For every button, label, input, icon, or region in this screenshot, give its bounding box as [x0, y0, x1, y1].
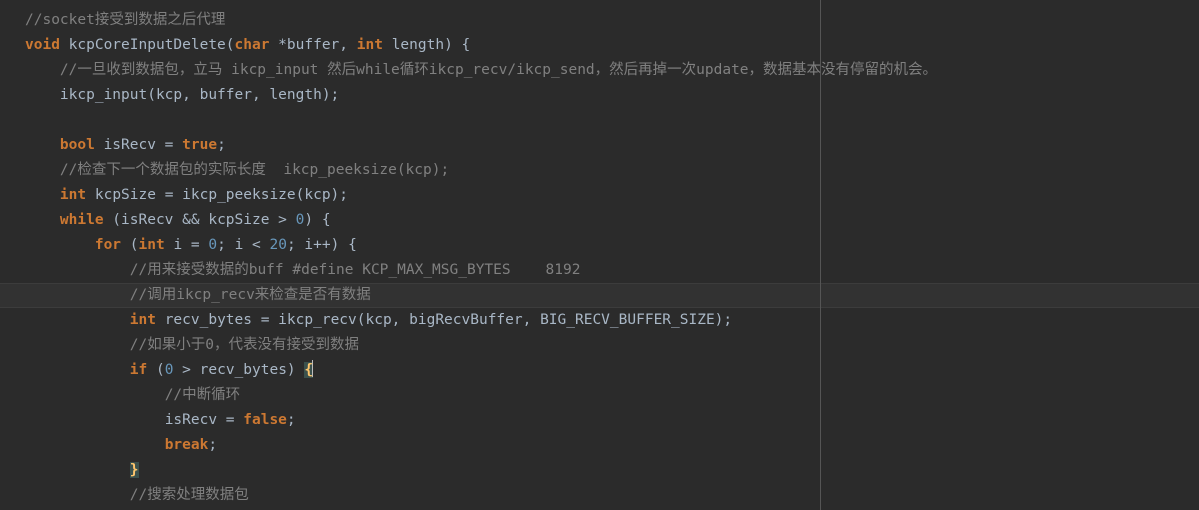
code-line[interactable]: int recv_bytes = ikcp_recv(kcp, bigRecvB…: [25, 308, 1199, 333]
code-line[interactable]: //用来接受数据的buff #define KCP_MAX_MSG_BYTES …: [25, 258, 1199, 283]
code-comment-token: //用来接受数据的buff #define KCP_MAX_MSG_BYTES …: [129, 262, 581, 278]
code-identifier-token: kcpCoreInputDelete(: [59, 37, 235, 53]
code-identifier-token: recv_bytes = ikcp_recv(kcp, bigRecvBuffe…: [155, 312, 733, 328]
code-identifier-token: ;: [217, 137, 226, 153]
code-keyword-token: int: [138, 237, 165, 253]
code-identifier-token: isRecv =: [94, 137, 183, 153]
code-line[interactable]: //如果小于0，代表没有接受到数据: [25, 333, 1199, 358]
code-line[interactable]: for (int i = 0; i < 20; i++) {: [25, 233, 1199, 258]
code-content[interactable]: //socket接受到数据之后代理 void kcpCoreInputDelete…: [0, 0, 1199, 510]
code-comment-token: //检查下一个数据包的实际长度 ikcp_peeksize(kcp);: [59, 162, 450, 178]
code-identifier-token: > recv_bytes): [173, 362, 305, 378]
code-line[interactable]: while (isRecv && kcpSize > 0) {: [25, 208, 1199, 233]
code-identifier-token: ) {: [304, 212, 331, 228]
code-line[interactable]: //一旦收到数据包，立马 ikcp_input 然后while循环ikcp_re…: [25, 58, 1199, 83]
code-identifier-token: ;: [286, 412, 296, 428]
code-keyword-token: if: [129, 362, 148, 378]
code-line[interactable]: int kcpSize = ikcp_peeksize(kcp);: [25, 183, 1199, 208]
code-line[interactable]: }: [25, 458, 1199, 483]
code-identifier-token: (isRecv && kcpSize >: [103, 212, 296, 228]
code-line[interactable]: //搜索处理数据包: [25, 483, 1199, 508]
code-line[interactable]: if (0 > recv_bytes) {: [25, 358, 1199, 383]
code-line[interactable]: //检查下一个数据包的实际长度 ikcp_peeksize(kcp);: [25, 158, 1199, 183]
code-identifier-token: ikcp_input(kcp, buffer, length);: [59, 87, 340, 103]
code-identifier-token: (: [121, 237, 139, 253]
code-keyword-token: for: [94, 237, 122, 253]
code-line[interactable]: //调用ikcp_recv来检查是否有数据: [25, 283, 1199, 308]
code-keyword-token: void: [25, 37, 60, 53]
text-caret: [312, 360, 314, 377]
code-keyword-token: char: [234, 37, 270, 53]
code-keyword-token: true: [182, 137, 218, 153]
code-line[interactable]: ikcp_input(kcp, buffer, length);: [25, 83, 1199, 108]
code-comment-token: //如果小于0，代表没有接受到数据: [129, 337, 359, 353]
code-identifier-token: (: [147, 362, 165, 378]
code-keyword-token: false: [243, 412, 287, 428]
code-comment-token: //调用ikcp_recv来检查是否有数据: [129, 287, 371, 303]
code-comment-token: //一旦收到数据包，立马 ikcp_input 然后while循环ikcp_re…: [59, 62, 938, 78]
code-identifier-token: *buffer,: [269, 37, 357, 53]
code-keyword-token: int: [59, 187, 87, 203]
code-line[interactable]: //中断循环: [25, 383, 1199, 408]
code-number-token: 20: [269, 237, 287, 253]
code-identifier-token: ; i++) {: [286, 237, 357, 253]
code-identifier-token: isRecv =: [164, 412, 244, 428]
code-line[interactable]: isRecv = false;: [25, 408, 1199, 433]
code-line[interactable]: break;: [25, 433, 1199, 458]
code-comment-token: //中断循环: [164, 387, 241, 403]
code-identifier-token: length) {: [382, 37, 471, 53]
code-line[interactable]: bool isRecv = true;: [25, 133, 1199, 158]
code-comment-token: //搜索处理数据包: [129, 487, 249, 503]
code-editor[interactable]: //socket接受到数据之后代理 void kcpCoreInputDelete…: [0, 0, 1199, 510]
code-comment-token: //socket接受到数据之后代理: [25, 12, 226, 28]
matched-brace-token: }: [129, 462, 139, 478]
code-number-token: 0: [208, 237, 218, 253]
code-keyword-token: while: [59, 212, 104, 228]
code-identifier-token: ; i <: [217, 237, 270, 253]
code-line[interactable]: //socket接受到数据之后代理: [25, 8, 1199, 33]
code-keyword-token: int: [356, 37, 383, 53]
code-keyword-token: bool: [59, 137, 95, 153]
code-identifier-token: ;: [208, 437, 218, 453]
code-identifier-token: i =: [164, 237, 209, 253]
code-identifier-token: kcpSize = ikcp_peeksize(kcp);: [86, 187, 349, 203]
code-keyword-token: int: [129, 312, 156, 328]
code-keyword-token: break: [164, 437, 209, 453]
code-line[interactable]: [25, 108, 1199, 133]
code-line[interactable]: void kcpCoreInputDelete(char *buffer, in…: [25, 33, 1199, 58]
